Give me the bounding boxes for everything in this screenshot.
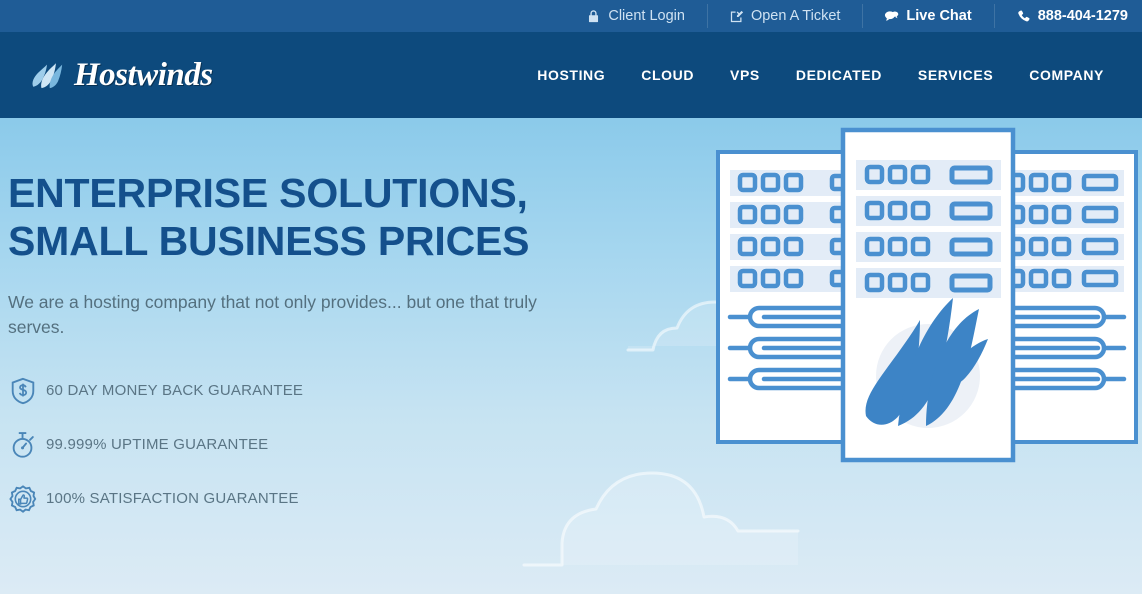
hero-copy: ENTERPRISE SOLUTIONS, SMALL BUSINESS PRI… [8, 170, 588, 533]
phone-number-label: 888-404-1279 [1037, 7, 1128, 24]
edit-square-icon [729, 9, 744, 24]
server-racks-illustration [716, 127, 1138, 463]
nav-item-company[interactable]: COMPANY [1011, 57, 1122, 93]
server-rack-center [840, 127, 1016, 463]
main-navigation: HOSTING CLOUD VPS DEDICATED SERVICES COM… [519, 57, 1122, 93]
hero-title-line-2: SMALL BUSINESS PRICES [8, 217, 530, 264]
chat-bubbles-icon [884, 9, 899, 24]
guarantee-uptime: 99.999% UPTIME GUARANTEE [8, 425, 588, 465]
badge-thumbsup-icon [8, 484, 38, 514]
guarantee-money-back: 60 DAY MONEY BACK GUARANTEE [8, 371, 588, 411]
page-title: ENTERPRISE SOLUTIONS, SMALL BUSINESS PRI… [8, 170, 588, 265]
server-rack-right [991, 150, 1138, 444]
shield-dollar-icon [8, 376, 38, 406]
client-login-link[interactable]: Client Login [564, 0, 707, 32]
top-utility-bar: Client Login Open A Ticket Live Chat 888… [0, 0, 1142, 32]
main-header: Hostwinds HOSTING CLOUD VPS DEDICATED SE… [0, 32, 1142, 118]
guarantee-satisfaction: 100% SATISFACTION GUARANTEE [8, 479, 588, 519]
guarantee-uptime-label: 99.999% UPTIME GUARANTEE [46, 436, 269, 454]
server-rack-left [716, 150, 865, 444]
live-chat-label: Live Chat [906, 7, 972, 24]
hero-title-line-1: ENTERPRISE SOLUTIONS, [8, 170, 528, 216]
nav-item-vps[interactable]: VPS [712, 57, 778, 93]
open-ticket-link[interactable]: Open A Ticket [706, 0, 862, 32]
hero-section: ENTERPRISE SOLUTIONS, SMALL BUSINESS PRI… [0, 118, 1142, 594]
open-ticket-label: Open A Ticket [750, 7, 841, 24]
hero-subtitle: We are a hosting company that not only p… [8, 292, 537, 338]
phone-icon [1016, 9, 1031, 24]
phone-number-link[interactable]: 888-404-1279 [993, 0, 1128, 32]
nav-item-services[interactable]: SERVICES [900, 57, 1011, 93]
site-logo-text: Hostwinds [74, 56, 213, 93]
client-login-label: Client Login [608, 7, 685, 24]
guarantee-list: 60 DAY MONEY BACK GUARANTEE 99.999% UPTI… [8, 371, 588, 519]
nav-item-cloud[interactable]: CLOUD [623, 57, 712, 93]
site-logo[interactable]: Hostwinds [26, 55, 213, 95]
live-chat-link[interactable]: Live Chat [862, 0, 993, 32]
hostwinds-wave-logo-icon [26, 55, 68, 95]
nav-item-dedicated[interactable]: DEDICATED [778, 57, 900, 93]
stopwatch-icon [8, 430, 38, 460]
nav-item-hosting[interactable]: HOSTING [519, 57, 623, 93]
guarantee-satisfaction-label: 100% SATISFACTION GUARANTEE [46, 490, 299, 508]
lock-icon [586, 9, 601, 24]
guarantee-money-back-label: 60 DAY MONEY BACK GUARANTEE [46, 382, 304, 400]
